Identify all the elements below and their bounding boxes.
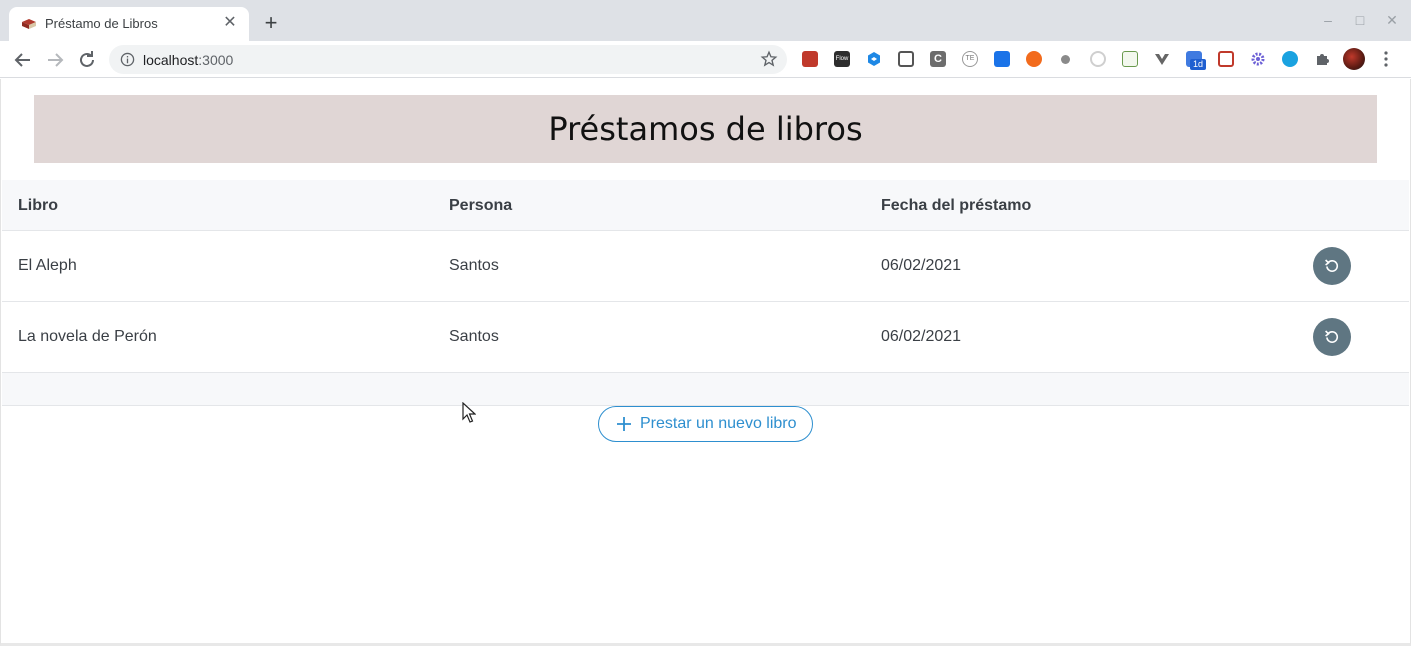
browser-toolbar: localhost:3000 Flow C TE 1d — [0, 41, 1411, 78]
return-book-button[interactable] — [1313, 247, 1351, 285]
cell-persona: Santos — [449, 328, 499, 345]
url-text: localhost:3000 — [143, 52, 234, 68]
undo-icon — [1325, 330, 1339, 343]
window-close-icon[interactable]: ✕ — [1383, 11, 1401, 29]
site-info-icon[interactable] — [120, 52, 135, 67]
ext-red-play-icon[interactable] — [1218, 51, 1234, 67]
ext-grid-icon[interactable] — [898, 51, 914, 67]
cell-fecha: 06/02/2021 — [881, 257, 962, 274]
table-row: La novela de Perón Santos 06/02/2021 — [2, 302, 1409, 373]
ext-circle-icon[interactable] — [1090, 51, 1106, 67]
cell-libro: El Aleph — [18, 257, 77, 274]
ext-flow-icon[interactable]: Flow — [834, 51, 850, 67]
reload-icon[interactable] — [75, 48, 99, 72]
table-header: Libro Persona Fecha del préstamo — [2, 180, 1409, 231]
new-tab-button[interactable]: + — [260, 12, 282, 34]
ext-v-icon[interactable] — [1154, 51, 1170, 67]
plus-icon — [617, 417, 631, 431]
column-header-fecha: Fecha del préstamo — [881, 197, 1032, 214]
return-book-button[interactable] — [1313, 318, 1351, 356]
ext-c-icon[interactable]: C — [930, 51, 946, 67]
bookmark-star-icon[interactable] — [760, 50, 778, 68]
cell-fecha: 06/02/2021 — [881, 328, 962, 345]
ext-1d-icon[interactable]: 1d — [1186, 51, 1206, 70]
column-header-persona: Persona — [449, 197, 513, 214]
ext-sheet-icon[interactable] — [1122, 51, 1138, 67]
ext-a-icon[interactable] — [1282, 51, 1298, 67]
tab-title: Préstamo de Libros — [45, 16, 158, 31]
column-header-libro: Libro — [18, 197, 58, 214]
browser-tabstrip: Préstamo de Libros ✕ + – □ ✕ — [0, 0, 1411, 41]
browser-menu-icon[interactable] — [1378, 50, 1394, 68]
minimize-icon[interactable]: – — [1319, 11, 1337, 29]
book-favicon-icon — [22, 19, 36, 29]
new-loan-button[interactable]: Prestar un nuevo libro — [598, 406, 813, 442]
undo-icon — [1325, 259, 1339, 272]
ext-te-icon[interactable]: TE — [962, 51, 978, 67]
puzzle-icon[interactable] — [1314, 51, 1330, 67]
mouse-cursor-icon — [462, 402, 476, 423]
close-tab-icon[interactable]: ✕ — [221, 14, 239, 32]
profile-avatar[interactable] — [1343, 48, 1365, 70]
address-bar[interactable]: localhost:3000 — [109, 45, 787, 74]
ext-red-icon[interactable] — [802, 51, 818, 67]
new-loan-label: Prestar un nuevo libro — [640, 415, 797, 432]
forward-icon[interactable] — [43, 48, 67, 72]
cell-persona: Santos — [449, 257, 499, 274]
ext-gear-icon[interactable] — [1250, 51, 1266, 67]
page-banner: Préstamos de libros — [34, 95, 1377, 163]
table-row: El Aleph Santos 06/02/2021 — [2, 231, 1409, 302]
browser-tab[interactable]: Préstamo de Libros ✕ — [9, 7, 249, 41]
ext-gray-dot-icon[interactable] — [1061, 55, 1070, 64]
page-viewport: Préstamos de libros Libro Persona Fecha … — [0, 79, 1411, 646]
page-title: Préstamos de libros — [548, 110, 863, 148]
ext-orange-icon[interactable] — [1026, 51, 1042, 67]
table-footer — [2, 373, 1409, 406]
loans-table: Libro Persona Fecha del préstamo El Alep… — [2, 180, 1409, 406]
cell-libro: La novela de Perón — [18, 328, 157, 345]
ext-blue-square-icon[interactable] — [994, 51, 1010, 67]
ext-blue-hex-icon[interactable] — [866, 51, 882, 67]
back-icon[interactable] — [11, 48, 35, 72]
maximize-icon[interactable]: □ — [1351, 11, 1369, 29]
